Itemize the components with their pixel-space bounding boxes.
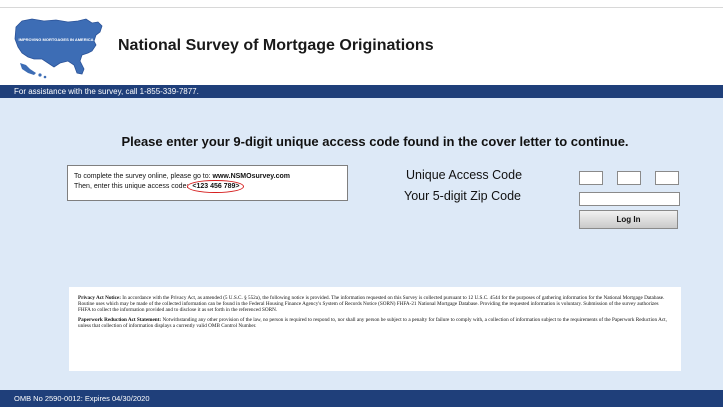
code-line: Then, enter this unique access code: <12… [74,179,347,193]
logo-text: IMPROVING MORTGAGES IN AMERICA [19,37,94,42]
zip-code-label: Your 5-digit Zip Code [404,189,521,203]
paperwork-statement-text: Notwithstanding any other provision of t… [78,317,667,330]
example-access-code: <123 456 789> [187,179,245,193]
footer-bar: OMB No 2590-0012: Expires 04/30/2020 [0,390,723,407]
zip-code-input[interactable] [579,192,680,206]
access-code-input-1[interactable] [579,171,603,185]
access-code-input-3[interactable] [655,171,679,185]
us-map-logo: IMPROVING MORTGAGES IN AMERICA [14,18,103,79]
paperwork-statement: Paperwork Reduction Act Statement: Notwi… [78,317,672,329]
legal-notice-box: Privacy Act Notice: In accordance with t… [69,287,681,371]
top-strip [0,0,723,8]
code-line-prefix: Then, enter this unique access code: [74,182,189,190]
site-title: National Survey of Mortgage Originations [118,37,434,54]
access-code-example-box: To complete the survey online, please go… [67,165,348,201]
assistance-bar: For assistance with the survey, call 1-8… [0,85,723,98]
privacy-notice-text: In accordance with the Privacy Act, as a… [78,295,665,314]
page-instruction: Please enter your 9-digit unique access … [121,134,629,149]
privacy-notice: Privacy Act Notice: In accordance with t… [78,295,672,313]
access-code-label: Unique Access Code [406,168,523,182]
url-line-prefix: To complete the survey online, please go… [74,173,211,180]
survey-url: www.NSMOsurvey.com [212,173,290,180]
log-in-button[interactable]: Log In [579,210,678,229]
main-panel: Please enter your 9-digit unique access … [0,98,723,390]
site-header: IMPROVING MORTGAGES IN AMERICA National … [0,9,723,85]
access-code-input-2[interactable] [617,171,641,185]
